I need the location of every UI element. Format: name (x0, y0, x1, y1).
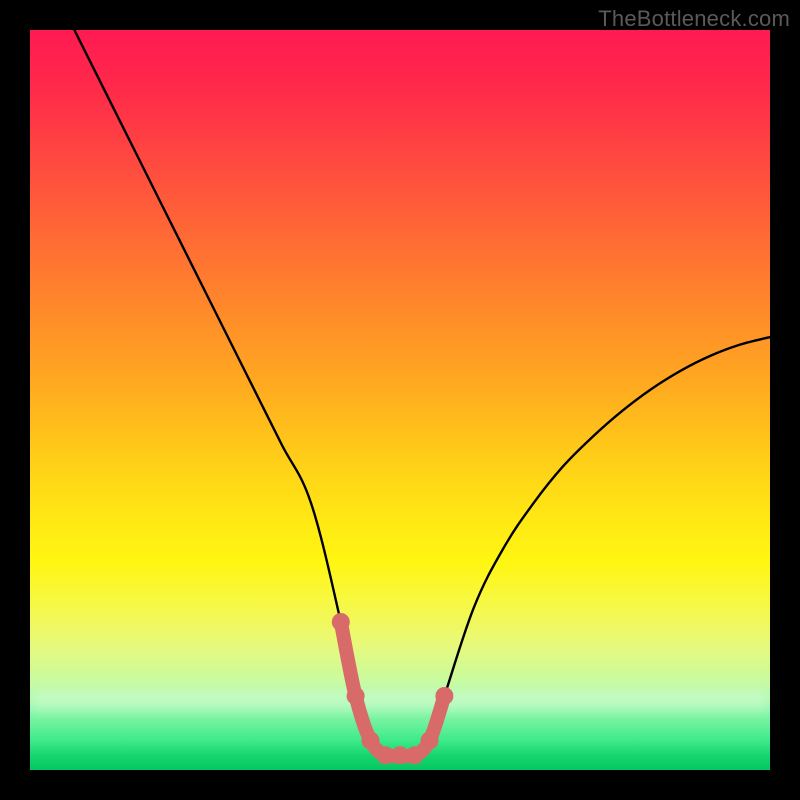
watermark-text: TheBottleneck.com (598, 6, 790, 32)
highlight-dot (361, 731, 379, 749)
chart-stage: TheBottleneck.com (0, 0, 800, 800)
highlight-dot (406, 746, 424, 764)
curve-layer (30, 30, 770, 770)
highlight-dot (347, 687, 365, 705)
plot-area (30, 30, 770, 770)
highlight-dot (332, 613, 350, 631)
bottleneck-curve (74, 30, 770, 756)
highlight-dot (435, 687, 453, 705)
highlight-dot (421, 731, 439, 749)
